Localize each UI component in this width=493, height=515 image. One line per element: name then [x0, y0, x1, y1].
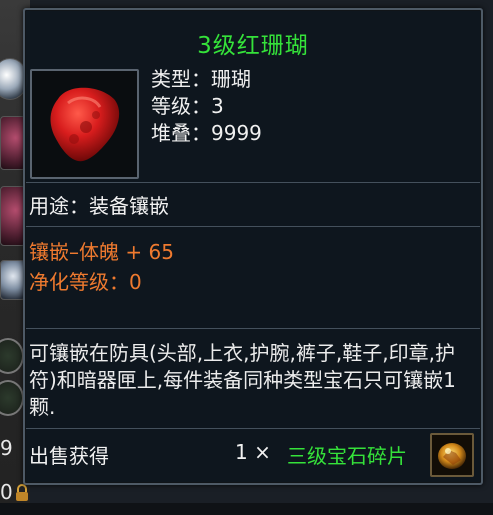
gem-fragment-icon-frame: [430, 433, 474, 477]
divider: [26, 226, 480, 227]
red-coral-icon: [50, 87, 120, 162]
item-icon-frame: [30, 69, 139, 179]
background-bar: [0, 503, 493, 515]
lock-icon: [16, 484, 28, 501]
background-count: 9: [0, 436, 13, 460]
gem-fragment-icon: [438, 443, 466, 469]
item-stack: 堆叠：9999: [151, 121, 262, 145]
item-usage: 用途：装备镶嵌: [29, 194, 169, 218]
divider: [26, 182, 480, 183]
divider: [26, 428, 480, 429]
attribute-inlay: 镶嵌–体魄 + 65: [29, 240, 174, 264]
divider: [26, 328, 480, 329]
item-info: 类型：珊瑚 等级：3 堆叠：9999: [151, 66, 262, 147]
round-slot-icon[interactable]: [0, 380, 24, 416]
item-title: 3级红珊瑚: [197, 33, 309, 59]
round-slot-icon[interactable]: [0, 338, 24, 374]
sell-quantity: 1 ×: [235, 440, 271, 464]
sell-item-name: 三级宝石碎片: [287, 444, 407, 468]
item-type: 类型：珊瑚: [151, 67, 251, 91]
item-tooltip: 3级红珊瑚 类型：珊瑚 等级：3 堆叠：9999 用途：装备镶嵌 镶嵌–体魄 +…: [23, 8, 483, 485]
item-level: 等级：3: [151, 94, 224, 118]
attribute-purify-level: 净化等级：0: [29, 270, 142, 294]
item-description: 可镶嵌在防具(头部,上衣,护腕,裤子,鞋子,印章,护符)和暗器匣上,每件装备同种…: [29, 341, 456, 419]
background-count: 0: [0, 480, 13, 504]
sell-label: 出售获得: [29, 444, 109, 468]
